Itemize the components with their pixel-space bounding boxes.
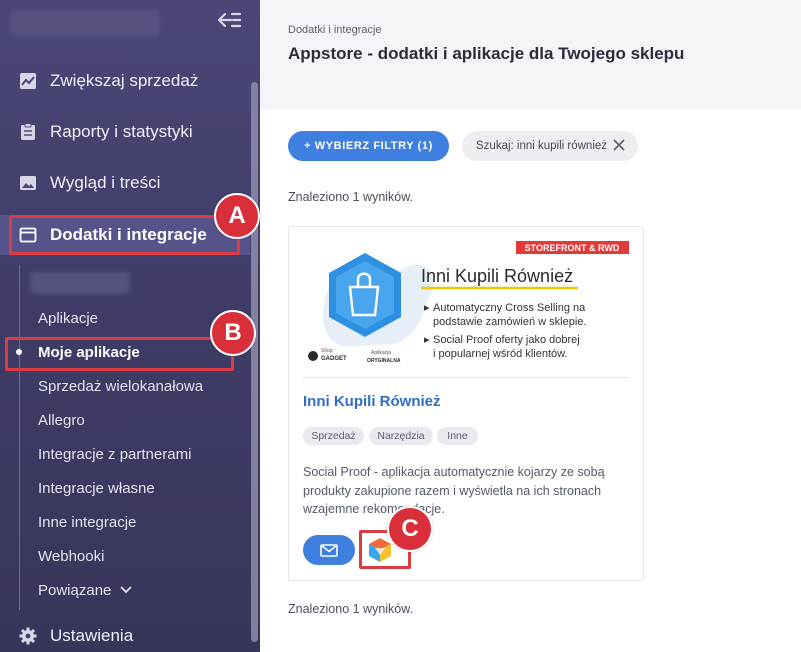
envelope-icon [320,543,338,557]
submenu-guide-line [19,265,20,610]
brand-name: GADGET [321,356,347,362]
brand-small: Shop [321,348,333,354]
sidebar-item-reports[interactable]: Raporty i statystyki [0,112,250,152]
banner-ribbon: STOREFRONT & RWD [525,243,620,253]
sidebar-scrollbar[interactable] [251,82,258,642]
submenu-blurred-item [30,272,130,294]
sidebar-subitem-allegro[interactable]: Allegro [38,409,85,431]
sidebar-item-label: Wygląd i treści [50,173,161,192]
sidebar-top [0,0,260,44]
app-description: Social Proof - aplikacja automatycznie k… [303,465,605,516]
annotation-highlight-b [5,337,234,371]
sidebar-subitem-other-integrations[interactable]: Inne integracje [38,511,136,533]
sidebar-item-label: Zwiększaj sprzedaż [50,71,199,90]
close-icon[interactable] [612,138,626,152]
breadcrumb[interactable]: Dodatki i integracje [288,24,382,36]
sidebar-subitem-own-integrations[interactable]: Integracje własne [38,477,155,499]
search-chip-label: Szukaj: inni kupili również [476,140,608,152]
sidebar-subitem-webhooks[interactable]: Webhooki [38,545,104,567]
banner-bullet2-line1: Social Proof oferty jako dobrej [433,334,580,346]
sidebar-item-label: Ustawienia [50,626,134,645]
badge-small: Aplikacja [371,350,391,356]
badge-name: ORYGINALNA [367,358,401,364]
clipboard-icon [18,122,38,142]
card-divider [303,377,629,378]
annotation-badge-a: A [214,193,260,239]
page-title: Appstore - dodatki i aplikacje dla Twoje… [288,44,685,63]
tag-sales[interactable]: Sprzedaż [303,427,364,445]
app-name-link[interactable]: Inni Kupili Również [303,393,441,410]
sidebar-item-label: Raporty i statystyki [50,122,193,141]
svg-text:▸: ▸ [424,302,430,314]
image-icon [18,173,38,193]
app-card[interactable]: STOREFRONT & RWD Inni Kupili Również ▸ A… [288,226,644,581]
page-header: Dodatki i integracje Appstore - dodatki … [260,0,801,110]
tag-tools[interactable]: Narzędzia [369,427,433,445]
sidebar-item-settings[interactable]: Ustawienia [0,616,250,652]
sidebar-item-sales[interactable]: Zwiększaj sprzedaż [0,61,250,101]
banner-bullet1-line2: podstawie zamówień w sklepie. [433,316,586,328]
annotation-badge-c: C [387,506,433,552]
contact-button[interactable] [303,535,355,565]
search-filter-chip[interactable]: Szukaj: inni kupili również [462,131,638,161]
banner-bullet1-line1: Automatyczny Cross Selling na [433,302,586,314]
annotation-highlight-a [9,215,240,255]
results-count-bottom: Znaleziono 1 wyników. [288,602,414,616]
banner-headline: Inni Kupili Również [421,266,573,286]
chart-line-icon [18,71,38,91]
gear-icon [18,626,38,646]
app-banner[interactable]: STOREFRONT & RWD Inni Kupili Również ▸ A… [303,239,631,369]
sidebar-item-label: Powiązane [38,581,112,599]
annotation-badge-b: B [210,310,256,356]
sidebar-item-appearance[interactable]: Wygląd i treści [0,163,250,203]
results-count-top: Znaleziono 1 wyników. [288,190,414,204]
shopgadget-logo-icon [308,351,318,361]
collapse-sidebar-icon[interactable] [216,9,242,31]
sidebar-subitem-partners[interactable]: Integracje z partnerami [38,443,191,465]
sidebar-subitem-apps[interactable]: Aplikacje [38,307,98,329]
svg-text:▸: ▸ [424,334,430,346]
sidebar-subitem-multichannel[interactable]: Sprzedaż wielokanałowa [38,375,203,397]
banner-bullet2-line2: i popularnej wśród klientów. [433,348,568,360]
chevron-down-icon [120,586,133,594]
store-logo-blurred [10,10,160,36]
tag-other[interactable]: Inne [437,427,478,445]
sidebar-subitem-related[interactable]: Powiązane [38,579,133,601]
choose-filters-button[interactable]: + WYBIERZ FILTRY (1) [288,131,449,161]
